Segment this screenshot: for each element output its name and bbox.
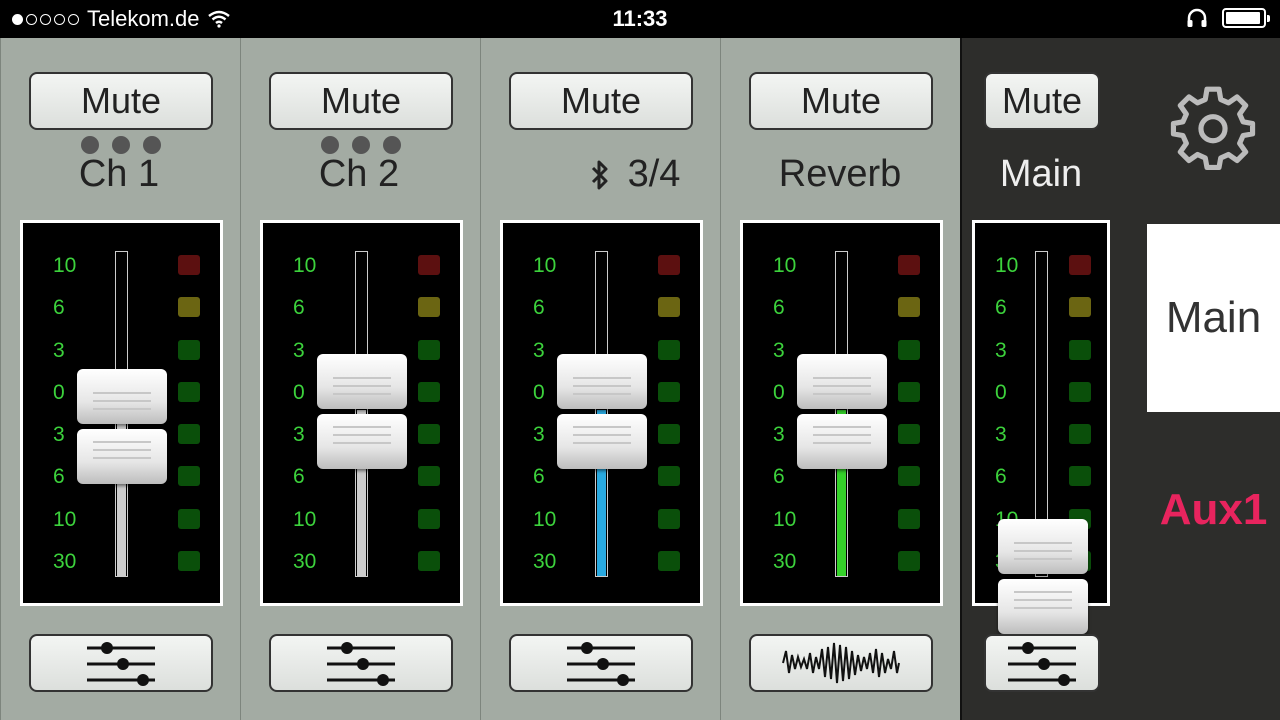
fader-scale: 10630361030 (293, 254, 317, 574)
channel-strip-reverb: Mute Reverb 10 6 3 0 3 6 10 30 (720, 38, 960, 720)
channel-strip-main: Mute Main 10630361030 (960, 38, 1120, 720)
fader-knob-ch1[interactable] (77, 369, 167, 485)
link-dots-icon (1, 136, 241, 154)
level-meter (658, 255, 680, 593)
mute-button-3-4[interactable]: Mute (509, 72, 693, 130)
eq-settings-button-ch1[interactable] (29, 634, 213, 692)
level-meter (898, 255, 920, 593)
fader-knob-main[interactable] (998, 519, 1088, 635)
fader-scale: 10630361030 (773, 254, 797, 574)
bus-aux1-button[interactable]: Aux1 (1147, 470, 1280, 550)
eq-settings-button-main[interactable] (984, 634, 1100, 692)
bluetooth-icon (591, 160, 608, 189)
channel-name-3-4: 3/4 (545, 153, 725, 196)
reverb-settings-button[interactable] (749, 634, 933, 692)
channel-strip-3-4: Mute 3/4 10 6 3 0 3 6 10 30 (480, 38, 720, 720)
fader-scale: 10630361030 (53, 254, 77, 574)
channel-name-main: Main (999, 153, 1083, 195)
status-bar: Telekom.de 11:33 (0, 0, 1280, 38)
sliders-icon (327, 642, 395, 686)
channel-name-ch2: Ch 2 (318, 153, 400, 195)
channel-strip-ch2: Mute Ch 2 10 6 3 0 3 6 10 30 (240, 38, 480, 720)
channel-name-ch1: Ch 1 (78, 153, 160, 195)
mute-button-reverb[interactable]: Mute (749, 72, 933, 130)
mute-button-ch1[interactable]: Mute (29, 72, 213, 130)
bus-main-button[interactable]: Main (1147, 224, 1280, 412)
gear-icon[interactable] (1170, 84, 1256, 170)
sliders-icon (1008, 642, 1076, 686)
mute-button-main[interactable]: Mute (984, 72, 1100, 130)
fader-knob-reverb[interactable] (797, 354, 887, 470)
fader-knob-3-4[interactable] (557, 354, 647, 470)
eq-settings-button-3-4[interactable] (509, 634, 693, 692)
sliders-icon (567, 642, 635, 686)
headphones-icon (1187, 8, 1207, 27)
level-meter (418, 255, 440, 593)
mute-button-ch2[interactable]: Mute (269, 72, 453, 130)
channel-strip-ch1: Mute Ch 1 10 6 3 0 3 6 10 30 (0, 38, 240, 720)
sliders-icon (87, 642, 155, 686)
level-meter (178, 255, 200, 593)
fader-knob-ch2[interactable] (317, 354, 407, 470)
waveform-icon (782, 642, 900, 684)
channel-name-reverb: Reverb (778, 153, 902, 195)
battery-icon (1222, 8, 1270, 28)
link-dots-icon (241, 136, 481, 154)
fader-scale: 10630361030 (533, 254, 557, 574)
eq-settings-button-ch2[interactable] (269, 634, 453, 692)
clock: 11:33 (612, 6, 668, 31)
